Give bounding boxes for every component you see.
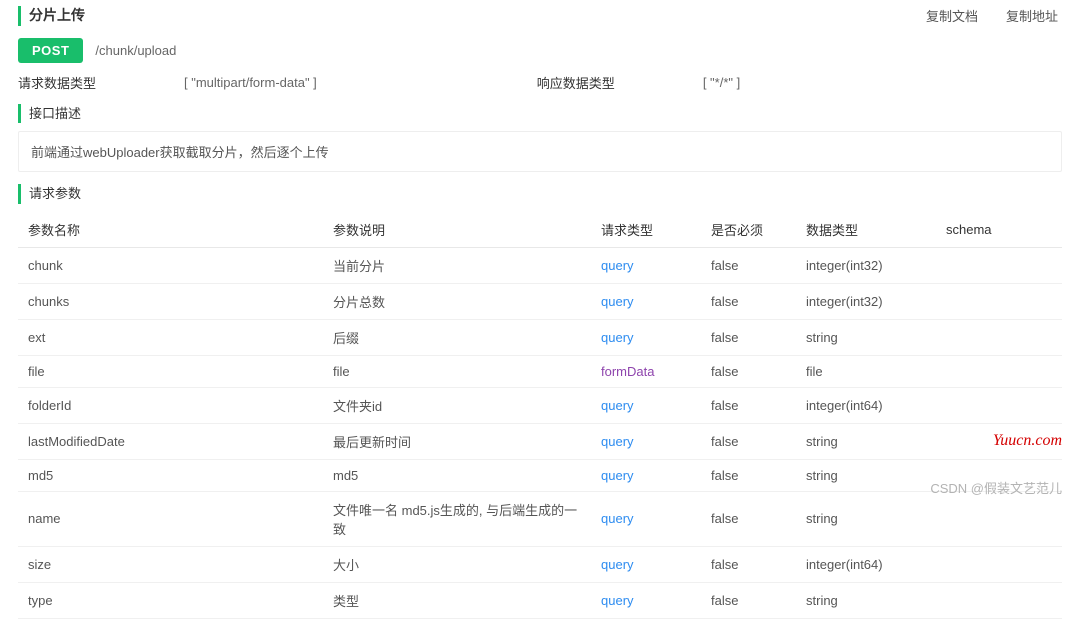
cell-req-type: query <box>591 283 701 319</box>
cell-required: false <box>701 423 796 459</box>
cell-schema <box>936 582 1062 618</box>
response-type-label: 响应数据类型 <box>537 73 615 92</box>
table-row[interactable]: ext后缀queryfalsestring <box>18 319 1062 355</box>
table-row[interactable]: md5md5queryfalsestring <box>18 459 1062 491</box>
table-row[interactable]: folderId文件夹idqueryfalseinteger(int64) <box>18 387 1062 423</box>
cell-desc: 后缀 <box>323 319 591 355</box>
cell-name: name <box>18 491 323 546</box>
cell-data-type: string <box>796 582 936 618</box>
cell-name: md5 <box>18 459 323 491</box>
type-row: 请求数据类型 [ "multipart/form-data" ] 响应数据类型 … <box>18 73 1062 92</box>
cell-req-type: formData <box>591 355 701 387</box>
cell-required: false <box>701 582 796 618</box>
cell-data-type: string <box>796 459 936 491</box>
section-description-head: 接口描述 <box>18 104 1062 124</box>
cell-required: false <box>701 283 796 319</box>
cell-schema <box>936 459 1062 491</box>
cell-desc: 分片总数 <box>323 283 591 319</box>
cell-name: file <box>18 355 323 387</box>
cell-name: chunks <box>18 283 323 319</box>
th-schema: schema <box>936 212 1062 248</box>
cell-data-type: integer(int64) <box>796 546 936 582</box>
table-row[interactable]: chunk当前分片queryfalseinteger(int32) <box>18 247 1062 283</box>
cell-schema <box>936 283 1062 319</box>
table-row[interactable]: size大小queryfalseinteger(int64) <box>18 546 1062 582</box>
cell-required: false <box>701 319 796 355</box>
cell-data-type: integer(int64) <box>796 387 936 423</box>
cell-data-type: string <box>796 319 936 355</box>
cell-desc: 文件唯一名 md5.js生成的, 与后端生成的一致 <box>323 491 591 546</box>
http-method-badge: POST <box>18 38 83 63</box>
request-type-label: 请求数据类型 <box>18 73 96 92</box>
cell-name: ext <box>18 319 323 355</box>
cell-req-type: query <box>591 546 701 582</box>
response-type-value: [ "*/*" ] <box>703 75 740 90</box>
endpoint-path: /chunk/upload <box>95 43 176 58</box>
cell-desc: file <box>323 355 591 387</box>
params-table: 参数名称 参数说明 请求类型 是否必须 数据类型 schema chunk当前分… <box>18 212 1062 619</box>
cell-desc: 文件夹id <box>323 387 591 423</box>
cell-desc: 最后更新时间 <box>323 423 591 459</box>
table-row[interactable]: lastModifiedDate最后更新时间queryfalsestring <box>18 423 1062 459</box>
cell-schema <box>936 423 1062 459</box>
cell-name: lastModifiedDate <box>18 423 323 459</box>
cell-desc: 当前分片 <box>323 247 591 283</box>
cell-schema <box>936 387 1062 423</box>
cell-data-type: string <box>796 423 936 459</box>
cell-data-type: file <box>796 355 936 387</box>
table-row[interactable]: name文件唯一名 md5.js生成的, 与后端生成的一致queryfalses… <box>18 491 1062 546</box>
cell-name: folderId <box>18 387 323 423</box>
cell-required: false <box>701 355 796 387</box>
th-req-type: 请求类型 <box>591 212 701 248</box>
description-text: 前端通过webUploader获取截取分片，然后逐个上传 <box>18 131 1062 172</box>
cell-schema <box>936 319 1062 355</box>
cell-req-type: query <box>591 319 701 355</box>
cell-schema <box>936 247 1062 283</box>
table-row[interactable]: type类型queryfalsestring <box>18 582 1062 618</box>
table-row[interactable]: chunks分片总数queryfalseinteger(int32) <box>18 283 1062 319</box>
cell-required: false <box>701 387 796 423</box>
cell-req-type: query <box>591 423 701 459</box>
cell-req-type: query <box>591 459 701 491</box>
cell-schema <box>936 546 1062 582</box>
cell-desc: 类型 <box>323 582 591 618</box>
cell-schema <box>936 355 1062 387</box>
th-name: 参数名称 <box>18 212 323 248</box>
cell-req-type: query <box>591 491 701 546</box>
cell-required: false <box>701 546 796 582</box>
copy-doc-link[interactable]: 复制文档 <box>926 6 978 25</box>
section-params-head: 请求参数 <box>18 184 1062 204</box>
cell-req-type: query <box>591 247 701 283</box>
cell-data-type: string <box>796 491 936 546</box>
cell-req-type: query <box>591 582 701 618</box>
cell-schema <box>936 491 1062 546</box>
endpoint-row: POST /chunk/upload <box>18 38 1062 63</box>
th-desc: 参数说明 <box>323 212 591 248</box>
cell-required: false <box>701 247 796 283</box>
th-data-type: 数据类型 <box>796 212 936 248</box>
th-required: 是否必须 <box>701 212 796 248</box>
cell-required: false <box>701 491 796 546</box>
cell-name: size <box>18 546 323 582</box>
cell-required: false <box>701 459 796 491</box>
request-type-value: [ "multipart/form-data" ] <box>184 75 317 90</box>
cell-desc: 大小 <box>323 546 591 582</box>
table-row[interactable]: filefileformDatafalsefile <box>18 355 1062 387</box>
cell-data-type: integer(int32) <box>796 247 936 283</box>
cell-desc: md5 <box>323 459 591 491</box>
header-actions: 复制文档 复制地址 <box>926 6 1062 25</box>
cell-data-type: integer(int32) <box>796 283 936 319</box>
table-header-row: 参数名称 参数说明 请求类型 是否必须 数据类型 schema <box>18 212 1062 248</box>
copy-url-link[interactable]: 复制地址 <box>1006 6 1058 25</box>
cell-name: chunk <box>18 247 323 283</box>
cell-name: type <box>18 582 323 618</box>
cell-req-type: query <box>591 387 701 423</box>
page-title: 分片上传 <box>18 6 85 26</box>
